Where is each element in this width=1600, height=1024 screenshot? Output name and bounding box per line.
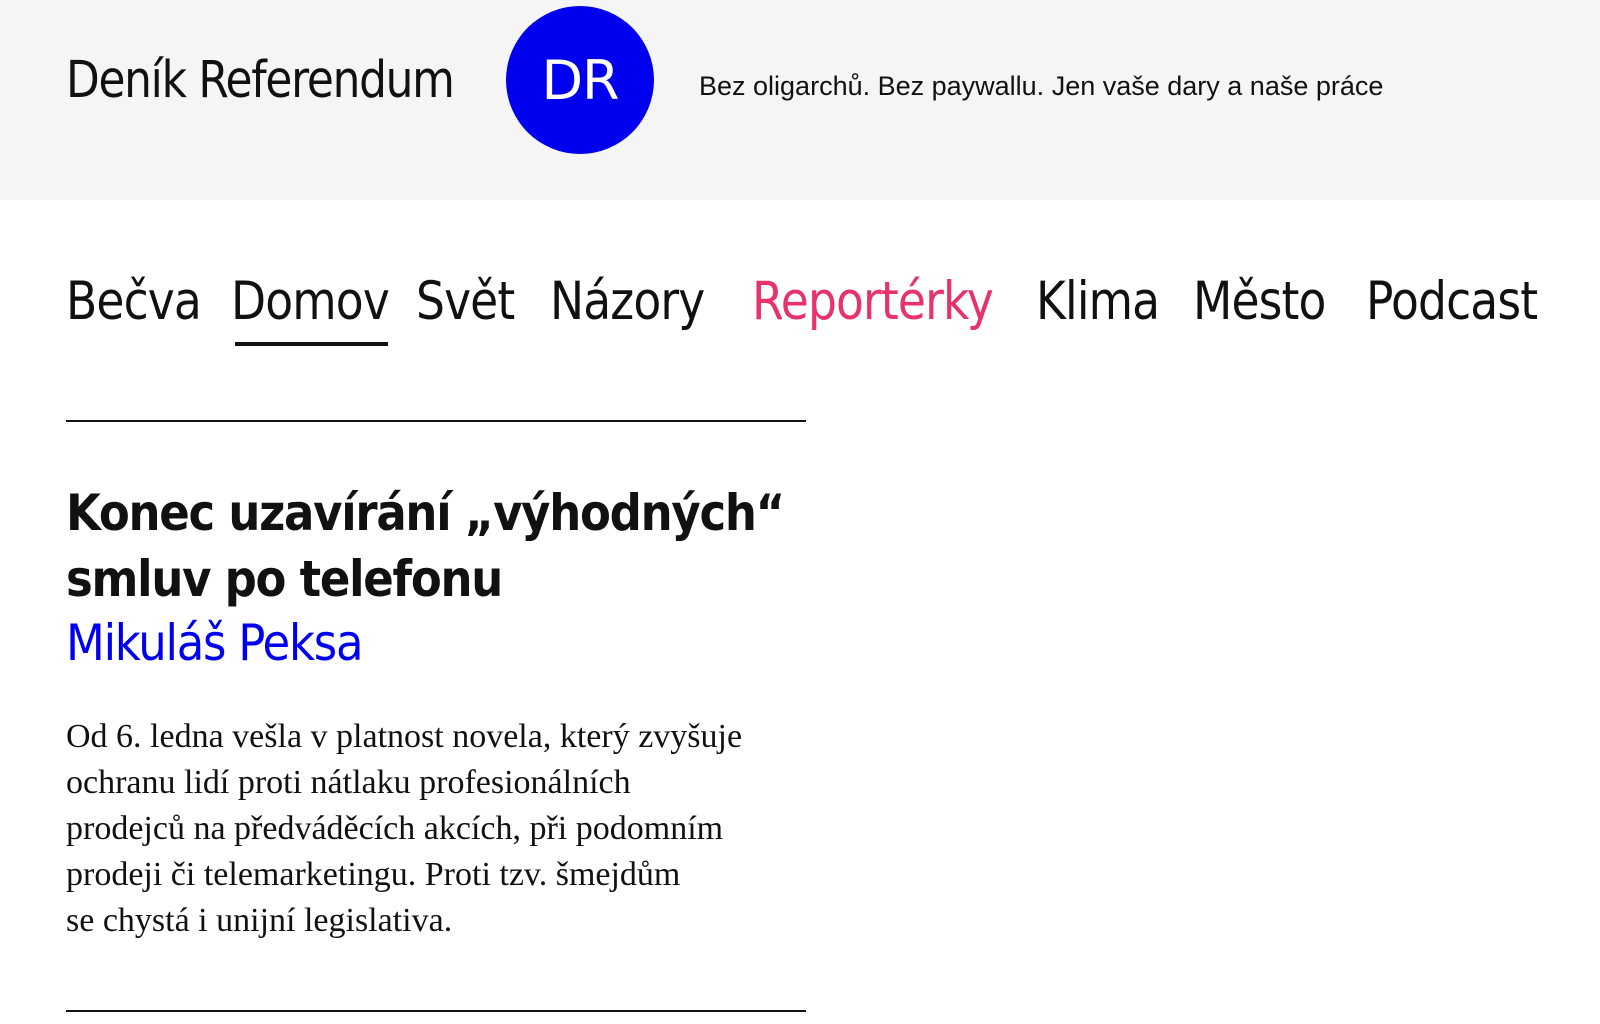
site-header: Deník Referendum DR Bez oligarchů. Bez p… <box>0 0 1600 200</box>
article-title-line: Konec uzavírání „výhodných“ <box>66 484 785 542</box>
nav-item-reporterky[interactable]: Reportérky <box>752 268 994 336</box>
article-perex: Od 6. ledna vešla v platnost novela, kte… <box>66 714 806 944</box>
article-title-line: smluv po telefonu <box>66 550 503 608</box>
nav-item-podcast[interactable]: Podcast <box>1366 268 1538 336</box>
nav-active-underline <box>235 342 388 346</box>
site-tagline: Bez oligarchů. Bez paywallu. Jen vaše da… <box>699 71 1384 101</box>
article-top-divider <box>66 420 806 422</box>
article-author-link[interactable]: Mikuláš Peksa <box>66 610 364 676</box>
nav-item-becva[interactable]: Bečva <box>66 268 202 336</box>
nav-item-nazory[interactable]: Názory <box>550 268 705 336</box>
article-title[interactable]: Konec uzavírání „výhodných“ smluv po tel… <box>66 480 785 612</box>
main-navigation: Bečva Domov Svět Názory Reportérky Klima… <box>66 268 1586 352</box>
article-bottom-divider <box>66 1010 806 1012</box>
article-perex-line: Od 6. ledna vešla v platnost novela, kte… <box>66 718 743 755</box>
article-perex-line: prodeji či telemarketingu. Proti tzv. šm… <box>66 856 681 893</box>
nav-item-domov[interactable]: Domov <box>231 268 390 336</box>
article-perex-line: ochranu lidí proti nátlaku profesionální… <box>66 764 631 801</box>
article-perex-line: se chystá i unijní legislativa. <box>66 902 453 939</box>
nav-item-mesto[interactable]: Město <box>1193 268 1326 336</box>
logo-badge[interactable]: DR <box>506 6 654 154</box>
article-perex-line: prodejců na předváděcích akcích, při pod… <box>66 810 724 847</box>
brand-name-link[interactable]: Deník Referendum <box>66 50 455 112</box>
nav-item-klima[interactable]: Klima <box>1036 268 1160 336</box>
nav-item-svet[interactable]: Svět <box>416 268 515 336</box>
